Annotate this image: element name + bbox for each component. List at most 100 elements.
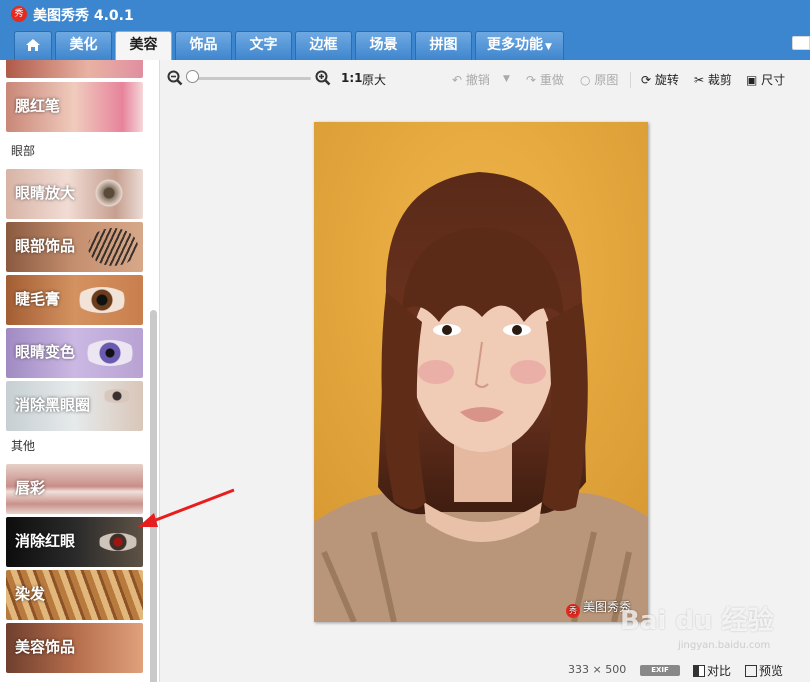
preview-button[interactable]: 预览 [745,662,783,679]
tab-label: 美化 [69,37,98,53]
tool-label: 美容饰品 [15,638,76,656]
edited-photo[interactable] [314,122,648,622]
zoom-out-icon[interactable] [167,70,183,86]
app-title: 美图秀秀 4.0.1 [33,8,134,24]
undo-icon: ↶ [452,73,463,87]
app-logo-icon: 秀 [11,6,27,22]
tool-hair-dye[interactable]: 染发 [6,570,143,620]
tab-frame[interactable]: 边框 [295,31,352,60]
crop-label: 裁剪 [707,73,732,87]
home-icon [26,39,40,51]
section-heading-eyes: 眼部 [11,144,36,158]
original-size-button[interactable]: 原大 [362,71,386,88]
eyelash-image [88,228,138,266]
tab-more-features[interactable]: 更多功能 ▼ [475,31,564,60]
title-bar: 秀 美图秀秀 4.0.1 [0,0,810,28]
tool-label: 唇彩 [15,479,46,497]
zoom-in-icon[interactable] [315,70,331,86]
redo-label: 重做 [539,73,564,87]
beauty-tools-panel: 腮红笔 眼部 眼睛放大 眼部饰品 睫毛膏 眼睛变色 消除黑眼圈 其他 唇彩 消除… [0,60,160,682]
image-dimensions: 333 × 500 [568,663,626,676]
eye-image [76,287,128,313]
main-tab-bar: 美化 美容 饰品 文字 边框 场景 拼图 更多功能 ▼ [0,28,810,60]
tab-label: 边框 [309,37,338,53]
rotate-button[interactable]: ⟳ 旋转 [641,71,679,88]
tab-scene[interactable]: 场景 [355,31,412,60]
undo-button[interactable]: ↶ 撤销 [452,71,490,88]
eye-image [102,389,132,403]
crop-button[interactable]: ✂ 裁剪 [694,71,732,88]
resize-icon: ▣ [746,73,758,87]
tool-beauty-accessories[interactable]: 美容饰品 [6,623,143,673]
red-arrow-annotation [138,488,235,527]
redo-icon: ↷ [526,73,537,87]
tab-label: 拼图 [429,37,458,53]
tool-label: 眼睛变色 [15,343,76,361]
undo-label: 撤销 [465,73,490,87]
dimension-times: × [592,663,602,676]
tool-lip-gloss[interactable]: 唇彩 [6,464,143,514]
undo-dropdown-icon[interactable]: ▼ [503,74,510,84]
chevron-down-icon: ▼ [545,42,552,52]
app-window: 秀 美图秀秀 4.0.1 美化 美容 饰品 文字 边框 场景 拼图 更多功能 ▼ … [0,0,810,682]
zoom-slider-knob[interactable] [186,70,199,83]
tab-label: 美容 [129,37,158,53]
eye-image [86,179,132,207]
tool-eye-color-change[interactable]: 眼睛变色 [6,328,143,378]
compare-label: 对比 [707,664,732,678]
tab-label: 饰品 [189,37,218,53]
tab-beautify[interactable]: 美化 [55,31,112,60]
redo-button[interactable]: ↷ 重做 [526,71,564,88]
compare-button[interactable]: 对比 [693,662,731,679]
tool-label: 消除黑眼圈 [15,396,91,414]
tool-blush-brush[interactable]: 腮红笔 [6,82,143,132]
tab-accessories[interactable]: 饰品 [175,31,232,60]
tool-eye-enlarge[interactable]: 眼睛放大 [6,169,143,219]
tool-label: 消除红眼 [15,532,76,550]
baidu-watermark: Bai du 经验 [620,606,774,636]
tab-label: 场景 [369,37,398,53]
preview-label: 预览 [759,664,784,678]
tab-home[interactable] [14,31,52,60]
tool-dark-circle-removal[interactable]: 消除黑眼圈 [6,381,143,431]
tool-red-eye-removal[interactable]: 消除红眼 [6,517,143,567]
tool-thumbnail-partial[interactable] [6,60,143,78]
zoom-slider[interactable] [193,77,311,80]
image-height: 500 [605,663,627,676]
portrait-image [314,122,648,622]
eye-image [98,533,138,551]
rotate-label: 旋转 [654,73,679,87]
tool-label: 染发 [15,585,46,603]
tool-label: 睫毛膏 [15,290,61,308]
tab-label: 文字 [249,37,278,53]
compare-icon [693,665,705,677]
ratio-label[interactable]: 1:1 [341,71,363,85]
tab-label: 更多功能 [487,37,544,53]
eye-image [84,340,136,366]
tab-collage[interactable]: 拼图 [415,31,472,60]
image-width: 333 [568,663,589,676]
section-heading-other: 其他 [11,439,36,453]
tool-label: 腮红笔 [15,97,61,115]
status-bar: 333 × 500 EXIF 对比 预览 [160,657,810,682]
app-logo-icon: 秀 [566,604,580,618]
resize-label: 尺寸 [761,73,786,87]
tab-text[interactable]: 文字 [235,31,292,60]
image-toolbar: 1:1 原大 ↶ 撤销 ▼ ↷ 重做 ○ 原图 ⟳ 旋转 ✂ 裁剪 ▣ 尺寸 [160,60,810,97]
tool-mascara[interactable]: 睫毛膏 [6,275,143,325]
tool-label: 眼部饰品 [15,237,76,255]
toolbar-divider [630,72,631,88]
tool-eye-accessories[interactable]: 眼部饰品 [6,222,143,272]
original-image-label: 原图 [594,73,619,87]
original-image-icon: ○ [580,73,591,87]
folder-icon[interactable] [792,36,810,50]
tool-label: 眼睛放大 [15,184,76,202]
scissors-icon: ✂ [694,73,705,87]
resize-button[interactable]: ▣ 尺寸 [746,71,785,88]
tab-beauty[interactable]: 美容 [115,31,172,60]
exif-button[interactable]: EXIF [640,665,680,676]
preview-icon [745,665,757,677]
rotate-icon: ⟳ [641,73,652,87]
original-image-button[interactable]: ○ 原图 [580,71,618,88]
baidu-watermark-url: jingyan.baidu.com [678,640,771,651]
